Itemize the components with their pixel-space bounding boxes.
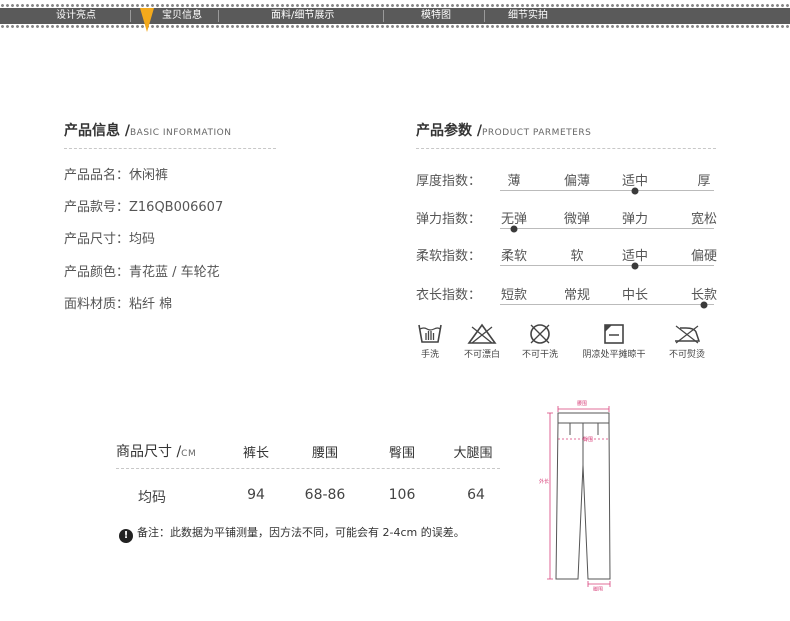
size-table-title-unit: CM: [181, 449, 197, 459]
param-option: 偏薄: [563, 174, 591, 189]
top-nav: 设计亮点 宝贝信息 面料/细节展示 模特图 细节实拍: [0, 0, 790, 32]
diagram-label-hem: 脚围: [593, 586, 603, 591]
care-label: 手洗: [420, 350, 439, 360]
measurement-note-text: 备注：此数据为平铺测量，因方法不同，可能会有 2-4cm 的误差。: [137, 526, 465, 539]
diagram-label-outer-length: 外长: [539, 478, 549, 485]
info-product-color: 产品颜色：青花蓝 / 车轮花: [64, 265, 220, 280]
size-header-thigh: 大腿围: [453, 446, 493, 461]
care-item-no-bleach: 不可漂白: [458, 323, 506, 360]
param-option: 短款: [500, 288, 528, 303]
size-table-divider: [116, 468, 500, 469]
care-label: 不可漂白: [463, 350, 500, 360]
hand-wash-icon: [418, 324, 442, 343]
size-table-title-cn: 商品尺寸 /: [116, 444, 182, 460]
info-product-name: 产品品名：休闲裤: [64, 168, 169, 183]
nav-separator: [383, 10, 384, 22]
info-product-size: 产品尺寸：均码: [64, 232, 156, 247]
exclamation-icon: !: [119, 529, 133, 543]
basic-info-title: 产品信息 /BASIC INFORMATION: [64, 120, 231, 140]
nav-tab-product-info[interactable]: 宝贝信息: [162, 8, 202, 24]
no-dry-clean-icon: [530, 324, 550, 344]
param-option: 中长: [621, 288, 649, 303]
care-item-hand-wash: 手洗: [412, 323, 448, 360]
size-cell-hip: 106: [388, 487, 416, 503]
measurement-note: ! 备注：此数据为平铺测量，因方法不同，可能会有 2-4cm 的误差。: [119, 524, 465, 543]
pants-measurement-diagram: 腰围 臀围 外长 脚围: [539, 401, 611, 591]
param-scale-line: [500, 228, 714, 229]
size-header-length: 裤长: [242, 446, 270, 461]
params-title: 产品参数 /PRODUCT PARMETERS: [416, 120, 591, 140]
nav-separator: [484, 10, 485, 22]
nav-chain-decoration: [0, 25, 790, 28]
basic-info-title-en: BASIC INFORMATION: [130, 128, 232, 138]
params-divider: [416, 148, 716, 149]
param-selected-dot: [510, 225, 518, 232]
param-option: 偏硬: [690, 249, 718, 264]
size-cell-thigh: 64: [467, 487, 485, 503]
param-scale-line: [500, 190, 714, 191]
param-option: 薄: [507, 174, 521, 189]
no-bleach-icon: [467, 323, 497, 344]
nav-tab-fabric-details[interactable]: 面料/细节展示: [271, 8, 334, 24]
param-label: 弹力指数：: [416, 212, 482, 227]
param-option: 弹力: [621, 212, 649, 227]
params-title-cn: 产品参数 /: [416, 123, 482, 139]
param-label: 柔软指数：: [416, 249, 482, 264]
nav-separator: [218, 10, 219, 22]
size-table-title: 商品尺寸 /CM: [116, 441, 196, 461]
nav-separator: [130, 10, 131, 22]
param-scale-line: [500, 265, 714, 266]
care-item-no-iron: 不可熨烫: [662, 323, 712, 360]
diagram-label-hip: 臀围: [583, 437, 593, 443]
param-selected-dot: [631, 187, 639, 194]
param-option: 柔软: [500, 249, 528, 264]
size-header-waist: 腰围: [311, 446, 339, 461]
size-header-hip: 臀围: [388, 446, 416, 461]
params-title-en: PRODUCT PARMETERS: [482, 128, 592, 138]
nav-tab-model-photos[interactable]: 模特图: [421, 8, 451, 24]
param-selected-dot: [700, 301, 708, 308]
param-option: 微弹: [563, 212, 591, 227]
care-label: 阴凉处平摊晾干: [582, 350, 646, 360]
nav-tab-design-highlights[interactable]: 设计亮点: [56, 8, 96, 24]
care-label: 不可干洗: [521, 350, 558, 360]
care-item-no-dry-clean: 不可干洗: [516, 323, 564, 360]
nav-band: [0, 8, 790, 24]
size-cell-length: 94: [247, 487, 265, 503]
size-row-label: 均码: [138, 490, 166, 506]
nav-chain-decoration: [0, 4, 790, 7]
info-fabric: 面料材质：粘纤 棉: [64, 297, 173, 312]
param-option: 宽松: [690, 212, 718, 227]
shade-flat-dry-icon: [604, 324, 624, 344]
basic-info-divider: [64, 148, 276, 149]
size-cell-waist: 68-86: [304, 487, 346, 503]
param-scale-line: [500, 304, 714, 305]
param-selected-dot: [631, 262, 639, 269]
param-label: 厚度指数：: [416, 174, 482, 189]
nav-tab-detail-shots[interactable]: 细节实拍: [508, 8, 548, 24]
nav-active-marker: [140, 8, 154, 32]
param-option: 厚: [697, 174, 711, 189]
param-label: 衣长指数：: [416, 288, 482, 303]
care-item-shade-flat-dry: 阴凉处平摊晾干: [576, 323, 652, 360]
care-label: 不可熨烫: [668, 350, 705, 360]
no-iron-icon: [675, 325, 701, 344]
info-product-code: 产品款号：Z16QB006607: [64, 200, 224, 215]
basic-info-title-cn: 产品信息 /: [64, 123, 130, 139]
diagram-label-waist: 腰围: [577, 401, 587, 407]
param-option: 常规: [563, 288, 591, 303]
param-option: 软: [570, 249, 584, 264]
